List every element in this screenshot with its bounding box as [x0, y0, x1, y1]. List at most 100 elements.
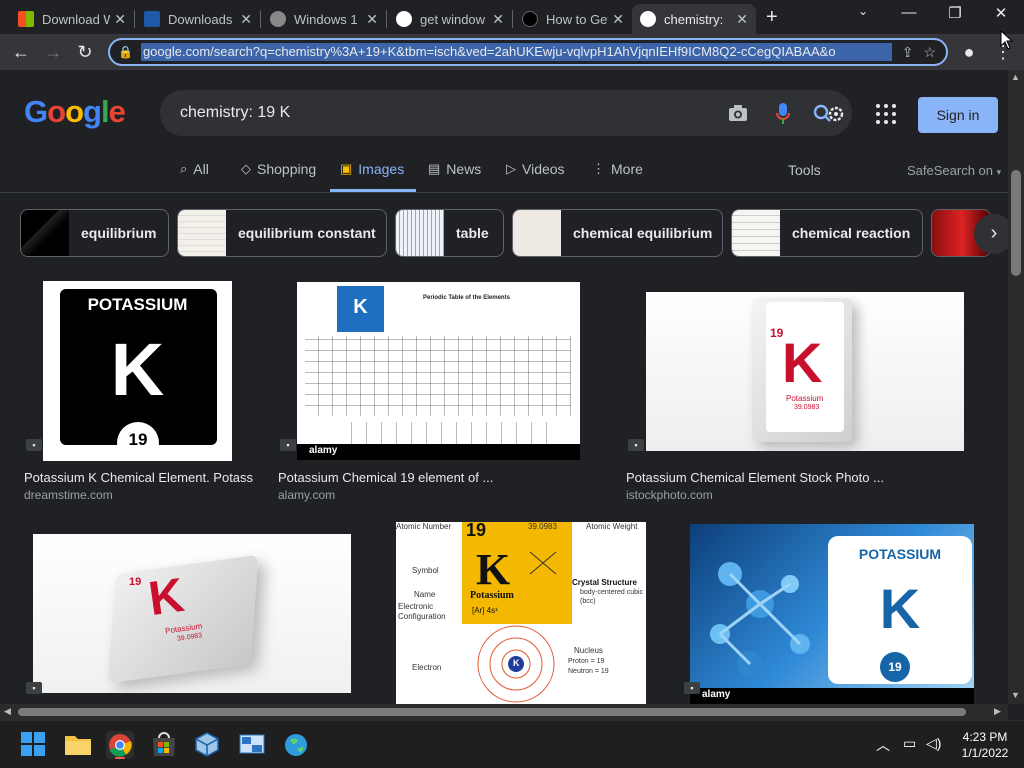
browser-tab-active[interactable]: chemistry: ✕	[632, 4, 756, 34]
close-window-icon[interactable]: ✕	[986, 4, 1016, 22]
google-icon	[640, 11, 656, 27]
scrollbar-thumb[interactable]	[1011, 170, 1021, 276]
image-icon: ▣	[340, 161, 353, 176]
chip-equilibrium-constant[interactable]: equilibrium constant	[177, 209, 387, 257]
tools-button[interactable]: Tools	[788, 162, 821, 178]
search-box[interactable]: chemistry: 19 K	[160, 90, 852, 136]
display-icon[interactable]: ▭	[903, 735, 916, 752]
browser-tab-strip: Download W ✕ Downloads ✕ Windows 1 ✕ get…	[0, 0, 1024, 34]
tab-news[interactable]: ▤ News	[428, 160, 481, 192]
chip-thumbnail	[396, 210, 444, 256]
chip-table[interactable]: table	[395, 209, 504, 257]
result-image[interactable]: 19 K Potassium 39.0983	[646, 292, 964, 451]
scroll-down-icon[interactable]: ▼	[1011, 690, 1020, 700]
tab-videos[interactable]: ▷ Videos	[506, 160, 565, 192]
chip-chemical-reaction[interactable]: chemical reaction	[731, 209, 923, 257]
result-image[interactable]: POTASSIUM K 19	[43, 281, 232, 461]
result-source[interactable]: istockphoto.com	[626, 488, 713, 502]
chip-thumbnail	[21, 210, 69, 256]
microsoft-store-icon[interactable]	[150, 731, 178, 759]
result-source[interactable]: alamy.com	[278, 488, 335, 502]
chevron-right-icon[interactable]: ›	[974, 214, 1008, 254]
address-bar[interactable]: 🔒 google.com/search?q=chemistry%3A+19+K&…	[108, 38, 948, 66]
microsoft-icon	[18, 11, 34, 27]
logo-letter: l	[100, 94, 110, 129]
video-icon: ▷	[506, 161, 516, 176]
tab-all[interactable]: ⌕ All	[180, 160, 209, 192]
chip-thumbnail	[732, 210, 780, 256]
safesearch-toggle[interactable]: SafeSearch on ▾	[907, 163, 1001, 178]
chrome-icon[interactable]	[106, 731, 134, 759]
result-source[interactable]: dreamstime.com	[24, 488, 113, 502]
browser-tab[interactable]: Downloads ✕	[136, 4, 260, 34]
browser-toolbar: ← → ↻ 🔒 google.com/search?q=chemistry%3A…	[0, 34, 1024, 70]
close-icon[interactable]: ✕	[114, 11, 126, 28]
vertical-scrollbar[interactable]: ▲ ▼	[1008, 70, 1024, 704]
scroll-left-icon[interactable]: ◀	[4, 706, 11, 717]
result-title[interactable]: Potassium K Chemical Element. Potass...	[24, 470, 254, 485]
tab-search-icon[interactable]: ⌄	[848, 4, 878, 18]
windows-10-app-icon[interactable]	[238, 731, 266, 759]
browser-tab[interactable]: How to Get ✕	[514, 4, 632, 34]
tab-images[interactable]: ▣ Images	[330, 160, 416, 192]
chip-thumbnail	[178, 210, 226, 256]
result-title[interactable]: Potassium Chemical 19 element of ...	[278, 470, 518, 485]
reload-icon[interactable]: ↻	[74, 41, 96, 63]
search-input[interactable]: chemistry: 19 K	[180, 104, 852, 122]
minimize-icon[interactable]: —	[894, 4, 924, 21]
file-explorer-icon[interactable]	[64, 731, 92, 759]
profile-icon[interactable]: ●	[958, 41, 980, 63]
microphone-icon[interactable]	[776, 103, 790, 130]
browser-tab[interactable]: Windows 1 ✕	[262, 4, 386, 34]
new-tab-button[interactable]: +	[766, 6, 778, 29]
google-icon	[396, 11, 412, 27]
result-image[interactable]: POTASSIUM K 19 alamy	[690, 524, 974, 704]
google-logo[interactable]: Google	[24, 94, 126, 130]
close-icon[interactable]: ✕	[492, 11, 504, 28]
restore-icon[interactable]: ❐	[940, 4, 970, 22]
image-icon: ▪	[26, 682, 42, 694]
logo-letter: e	[108, 94, 126, 129]
browser-tab[interactable]: get window ✕	[388, 4, 512, 34]
close-icon[interactable]: ✕	[240, 11, 252, 28]
url-text[interactable]: google.com/search?q=chemistry%3A+19+K&tb…	[140, 43, 892, 61]
logo-letter: g	[83, 94, 102, 129]
star-icon[interactable]: ☆	[923, 44, 936, 61]
sign-in-button[interactable]: Sign in	[918, 97, 998, 133]
tag-icon: ◇	[241, 161, 251, 176]
volume-icon[interactable]: ◁)	[926, 735, 941, 752]
scrollbar-thumb[interactable]	[18, 708, 966, 716]
result-image[interactable]: 19 K Potassium 39.0983	[33, 534, 351, 693]
chip-equilibrium[interactable]: equilibrium	[20, 209, 169, 257]
tab-shopping[interactable]: ◇ Shopping	[241, 160, 316, 192]
forward-icon[interactable]: →	[42, 41, 64, 63]
network-globe-icon[interactable]	[282, 731, 310, 759]
chevron-up-icon[interactable]: ︿	[876, 735, 890, 755]
camera-icon[interactable]	[728, 104, 748, 127]
virtualbox-icon[interactable]	[194, 731, 222, 759]
result-title[interactable]: Potassium Chemical Element Stock Photo .…	[626, 470, 906, 485]
result-image[interactable]: K Periodic Table of the Elements alamy	[297, 282, 580, 460]
windows-start-icon[interactable]	[20, 731, 48, 759]
close-icon[interactable]: ✕	[612, 11, 624, 28]
google-apps-icon[interactable]	[876, 104, 896, 124]
share-icon[interactable]: ⇪	[902, 44, 914, 61]
result-image[interactable]: Atomic Number 19 39.0983 Atomic Weight K…	[396, 522, 646, 704]
dots-icon: ⋮	[592, 161, 605, 176]
news-icon: ▤	[428, 161, 441, 176]
logo-letter: G	[24, 94, 48, 129]
horizontal-scrollbar[interactable]: ◀ ▶	[0, 704, 1008, 720]
close-icon[interactable]: ✕	[366, 11, 378, 28]
image-icon: ▪	[684, 682, 700, 694]
search-icon: ⌕	[180, 161, 188, 176]
scroll-up-icon[interactable]: ▲	[1011, 72, 1020, 82]
chip-chemical-equilibrium[interactable]: chemical equilibrium	[512, 209, 723, 257]
clock[interactable]: 4:23 PM 1/1/2022	[955, 729, 1015, 761]
tab-more[interactable]: ⋮ More	[592, 160, 643, 192]
browser-tab[interactable]: Download W ✕	[10, 4, 134, 34]
lock-icon: 🔒	[118, 45, 133, 59]
search-settings-icon[interactable]	[812, 103, 848, 130]
close-icon[interactable]: ✕	[736, 11, 748, 28]
back-icon[interactable]: ←	[10, 41, 32, 63]
scroll-right-icon[interactable]: ▶	[994, 706, 1001, 717]
